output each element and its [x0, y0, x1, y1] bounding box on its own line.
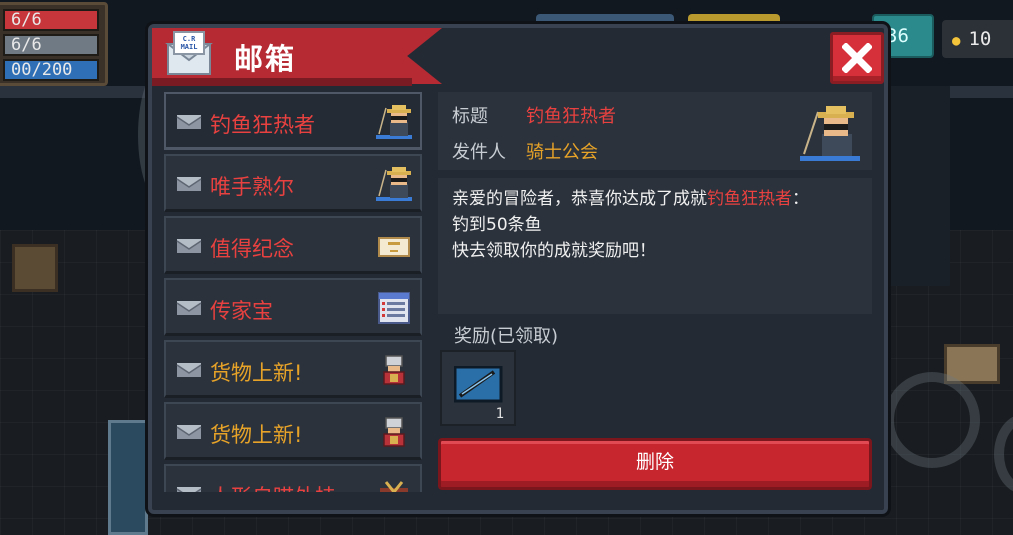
mailbox-window: C.R MAIL 邮箱 钓鱼狂热者唯手熟尔值得纪念传家宝货物上新!货物上新!人形…	[148, 24, 888, 514]
ledger-icon	[376, 290, 412, 326]
envelope-icon	[176, 362, 202, 378]
fisherman-icon	[800, 106, 860, 161]
merchant-icon	[376, 352, 412, 388]
dungeon-tile	[108, 420, 148, 535]
coin-counter: ● 10	[942, 20, 1013, 58]
envelope-icon	[176, 424, 202, 440]
mail-list-item[interactable]: 货物上新!	[164, 340, 422, 398]
treasure-chest	[12, 244, 58, 292]
mail-item-subject: 人形自瞄外挂	[210, 481, 336, 492]
message-line-1: 亲爱的冒险者，恭喜你达成了成就钓鱼狂热者：	[452, 186, 858, 212]
mail-item-subject: 传家宝	[210, 299, 273, 323]
coin-count: 10	[968, 28, 992, 50]
svg-text:MAIL: MAIL	[181, 43, 198, 51]
envelope-icon	[176, 486, 202, 492]
mail-item-subject: 货物上新!	[210, 361, 303, 385]
subject-value: 钓鱼狂热者	[526, 106, 616, 127]
mail-envelope-icon: C.R MAIL	[165, 31, 213, 75]
energy-bar: 00/200	[3, 59, 99, 81]
mail-detail-header: 标题 钓鱼狂热者 发件人 骑士公会	[438, 92, 872, 170]
mail-list-item[interactable]: 货物上新!	[164, 402, 422, 460]
mail-item-subject: 货物上新!	[210, 423, 303, 447]
svg-text:C.R: C.R	[183, 35, 196, 43]
envelope-icon	[176, 300, 202, 316]
coin-icon: ●	[952, 33, 961, 49]
close-button[interactable]	[830, 32, 884, 84]
fisherman-icon	[376, 166, 412, 202]
close-icon	[842, 43, 872, 73]
mail-list-item[interactable]: 人形自瞄外挂	[164, 464, 422, 492]
reward-item-slot[interactable]: 1	[440, 350, 516, 426]
message-body: 亲爱的冒险者，恭喜你达成了成就钓鱼狂热者： 钓到50条鱼 快去领取你的成就奖励吧…	[438, 178, 872, 314]
crosshair-icon	[376, 476, 412, 492]
message-line-3: 快去领取你的成就奖励吧！	[452, 241, 656, 261]
message-achievement-name: 钓鱼狂热者	[707, 189, 792, 209]
reward-label: 奖励(已领取)	[454, 326, 559, 347]
envelope-icon	[176, 114, 202, 130]
player-stats-panel: 6/6 6/6 00/200	[0, 2, 108, 86]
envelope-icon	[176, 176, 202, 192]
merchant-icon	[376, 414, 412, 450]
mail-item-subject: 钓鱼狂热者	[210, 113, 315, 137]
envelope-icon	[176, 238, 202, 254]
title-ribbon-shadow	[152, 78, 412, 86]
mail-list-item[interactable]: 唯手熟尔	[164, 154, 422, 212]
fishing-rod-icon	[454, 366, 503, 403]
mail-item-subject: 唯手熟尔	[210, 175, 294, 199]
sender-label: 发件人	[452, 142, 506, 163]
mail-list-item[interactable]: 传家宝	[164, 278, 422, 336]
fisherman-icon	[376, 104, 412, 140]
subject-label: 标题	[452, 106, 488, 127]
window-title: 邮箱	[234, 42, 297, 76]
delete-button[interactable]: 删除	[438, 438, 872, 490]
armor-bar: 6/6	[3, 34, 99, 56]
message-colon: ：	[792, 189, 809, 209]
sender-value: 骑士公会	[526, 142, 598, 163]
mail-list-item[interactable]: 钓鱼狂热者	[164, 92, 422, 150]
certificate-icon	[376, 228, 412, 264]
mail-list-item[interactable]: 值得纪念	[164, 216, 422, 274]
message-prefix: 亲爱的冒险者，恭喜你达成了成就	[452, 189, 707, 209]
hp-bar: 6/6	[3, 9, 99, 31]
reward-count: 1	[495, 406, 504, 422]
mail-list[interactable]: 钓鱼狂热者唯手熟尔值得纪念传家宝货物上新! 货物上新! 人形自瞄外挂	[164, 92, 426, 492]
mail-item-subject: 值得纪念	[210, 237, 294, 261]
game-wall-right	[890, 86, 950, 286]
skill-button[interactable]	[884, 372, 980, 468]
message-line-2: 钓到50条鱼	[452, 215, 542, 235]
